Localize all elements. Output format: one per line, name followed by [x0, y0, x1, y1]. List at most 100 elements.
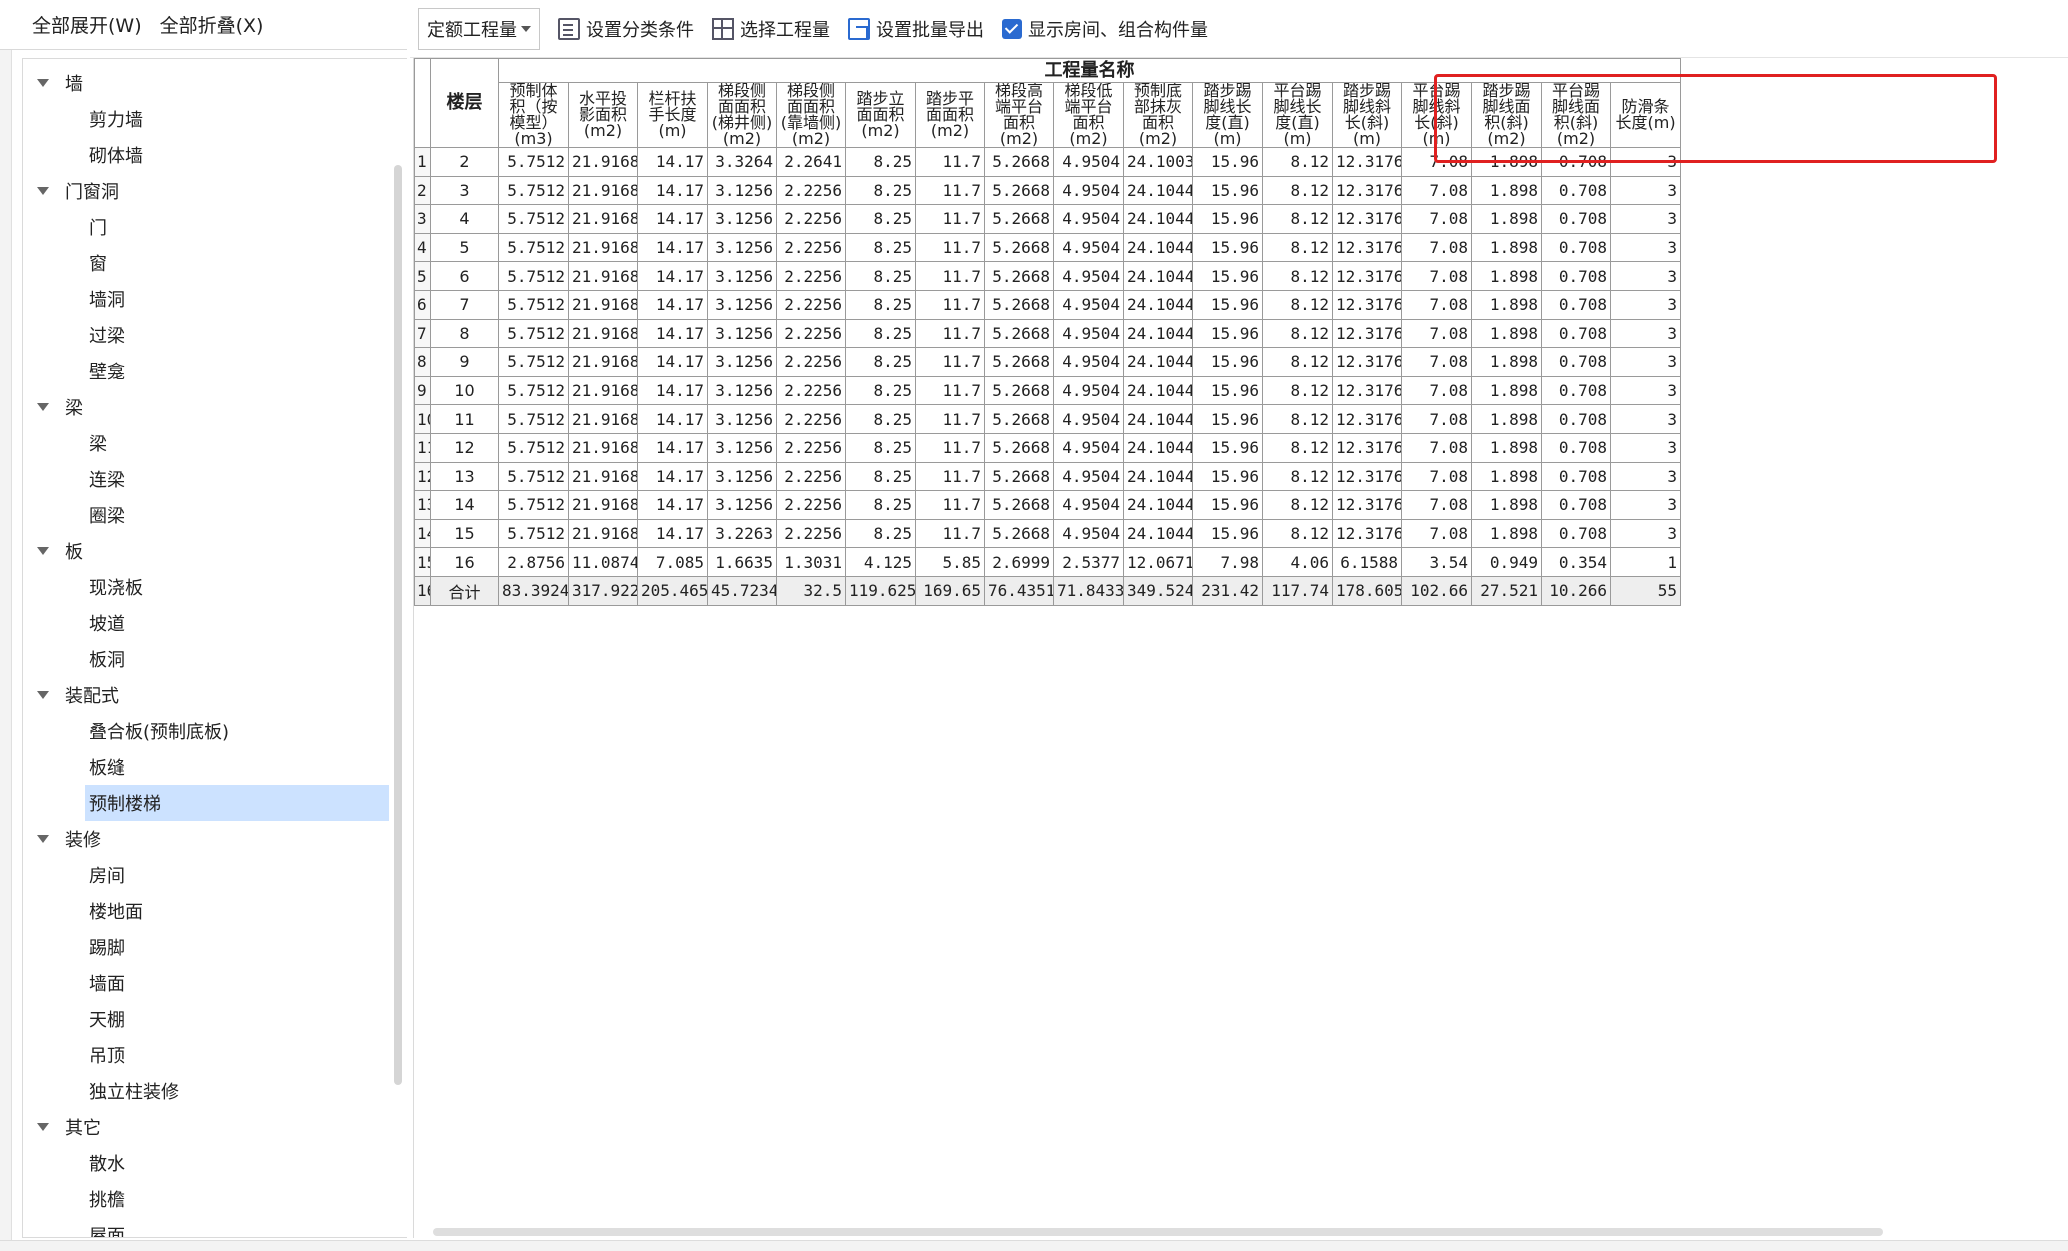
tree-item[interactable]: 独立柱装修: [23, 1073, 393, 1109]
value-cell[interactable]: 8.12: [1262, 289, 1333, 320]
value-cell[interactable]: 8.12: [1262, 518, 1333, 549]
tree-item[interactable]: 吊顶: [23, 1037, 393, 1073]
tree-item[interactable]: 门: [23, 209, 393, 245]
tree-item[interactable]: 圈梁: [23, 497, 393, 533]
value-cell[interactable]: 21.9168: [568, 375, 638, 406]
column-header[interactable]: 预制底部抹灰面积(m2): [1123, 82, 1193, 148]
value-cell[interactable]: 21.9168: [568, 318, 638, 349]
value-cell[interactable]: 45.7234: [707, 575, 777, 606]
tree-item[interactable]: 屋面: [23, 1217, 393, 1237]
caret-down-icon[interactable]: [37, 79, 49, 87]
column-header[interactable]: 梯段侧面面积(梯井侧)(m2): [707, 82, 777, 148]
value-cell[interactable]: 8.12: [1262, 318, 1333, 349]
value-cell[interactable]: 5.2668: [984, 347, 1054, 377]
table-row[interactable]: 9 10 5.7512 21.9168 14.17 3.1256 2.2256 8.25 11.…: [414, 375, 1682, 406]
value-cell[interactable]: 3: [1609, 375, 1682, 406]
value-cell[interactable]: 11.7: [915, 404, 985, 434]
value-cell[interactable]: 102.66: [1401, 575, 1472, 606]
table-row[interactable]: 11125.751221.916814.173.12562.22568.2511…: [414, 432, 1682, 463]
value-cell[interactable]: 205.465: [637, 575, 708, 606]
value-cell[interactable]: 11.7: [915, 318, 985, 349]
value-cell[interactable]: 12.3176: [1332, 518, 1402, 549]
table-row[interactable]: 12135.751221.916814.173.12562.22568.2511…: [414, 461, 1682, 492]
value-cell[interactable]: 15.96: [1192, 175, 1263, 206]
table-row[interactable]: 10115.751221.916814.173.12562.22568.2511…: [414, 404, 1682, 434]
table-row[interactable]: 16合计83.3924317.9226205.46545.723432.5119…: [414, 575, 1682, 606]
value-cell[interactable]: 2.2256: [776, 204, 846, 234]
floor-cell[interactable]: 16: [430, 547, 499, 577]
value-cell[interactable]: 5.2668: [984, 432, 1054, 463]
tree-item[interactable]: 房间: [23, 857, 393, 893]
value-cell[interactable]: 1.898: [1471, 375, 1542, 406]
value-cell[interactable]: 7.98: [1192, 547, 1263, 577]
value-cell[interactable]: 1.898: [1471, 232, 1542, 263]
value-cell[interactable]: 7.08: [1401, 318, 1472, 349]
table-row[interactable]: 6 7 5.7512 21.9168 14.17 3.1256 2.2256 8.25 11.7…: [414, 289, 1682, 320]
collapse-all-button[interactable]: 全部折叠(X): [160, 11, 264, 38]
value-cell[interactable]: 12.0671: [1123, 547, 1193, 577]
value-cell[interactable]: 2.2256: [776, 375, 846, 406]
value-cell[interactable]: 11.7: [915, 289, 985, 320]
value-cell[interactable]: 12.3176: [1332, 461, 1402, 492]
value-cell[interactable]: 15.96: [1192, 204, 1263, 234]
value-cell[interactable]: 5.7512: [498, 318, 569, 349]
value-cell[interactable]: 7.08: [1401, 147, 1472, 177]
value-cell[interactable]: 2.8756: [498, 547, 569, 577]
value-cell[interactable]: 3.3264: [707, 147, 777, 177]
column-header[interactable]: 踏步踢脚线面积(斜)(m2): [1471, 82, 1542, 148]
tree-item[interactable]: 现浇板: [23, 569, 393, 605]
value-cell[interactable]: 12.3176: [1332, 375, 1402, 406]
tree-item[interactable]: 天棚: [23, 1001, 393, 1037]
tree-item[interactable]: 连梁: [23, 461, 393, 497]
table-row[interactable]: 8 9 5.7512 21.9168 14.17 3.1256 2.2256 8.25 11.7…: [414, 347, 1682, 377]
value-cell[interactable]: 14.17: [637, 289, 708, 320]
value-cell[interactable]: 0.708: [1541, 432, 1611, 463]
value-cell[interactable]: 3.1256: [707, 204, 777, 234]
value-cell[interactable]: 21.9168: [568, 261, 638, 291]
tree-item[interactable]: 坡道: [23, 605, 393, 641]
column-header[interactable]: 梯段侧面面积(靠墙侧)(m2): [776, 82, 846, 148]
value-cell[interactable]: 7.08: [1401, 432, 1472, 463]
value-cell[interactable]: 2.2256: [776, 432, 846, 463]
value-cell[interactable]: 2.6999: [984, 547, 1054, 577]
value-cell[interactable]: 3.1256: [707, 289, 777, 320]
value-cell[interactable]: 24.1003: [1123, 147, 1193, 177]
value-cell[interactable]: 12.3176: [1332, 490, 1402, 520]
value-cell[interactable]: 14.17: [637, 232, 708, 263]
tree-group[interactable]: 装配式: [23, 677, 393, 713]
tree-group[interactable]: 装修: [23, 821, 393, 857]
tree-item[interactable]: 板洞: [23, 641, 393, 677]
tree-group[interactable]: 门窗洞: [23, 173, 393, 209]
tree-item[interactable]: 叠合板(预制底板): [23, 713, 393, 749]
value-cell[interactable]: 7.08: [1401, 490, 1472, 520]
value-cell[interactable]: 12.3176: [1332, 147, 1402, 177]
value-cell[interactable]: 21.9168: [568, 347, 638, 377]
value-cell[interactable]: 27.521: [1471, 575, 1542, 606]
value-cell[interactable]: 11.7: [915, 461, 985, 492]
value-cell[interactable]: 21.9168: [568, 204, 638, 234]
value-cell[interactable]: 5.2668: [984, 461, 1054, 492]
floor-cell[interactable]: 合计: [430, 575, 499, 606]
column-header[interactable]: 平台踢脚线斜长(斜)(m): [1401, 82, 1472, 148]
value-cell[interactable]: 5.7512: [498, 461, 569, 492]
value-cell[interactable]: 6.1588: [1332, 547, 1402, 577]
value-cell[interactable]: 5.85: [915, 547, 985, 577]
floor-cell[interactable]: 15: [430, 518, 499, 549]
floor-cell[interactable]: 3: [430, 175, 499, 206]
value-cell[interactable]: 4.9504: [1053, 404, 1124, 434]
value-cell[interactable]: 8.12: [1262, 404, 1333, 434]
value-cell[interactable]: 0.708: [1541, 375, 1611, 406]
value-cell[interactable]: 2.2641: [776, 147, 846, 177]
value-cell[interactable]: 3: [1609, 261, 1682, 291]
table-row[interactable]: 14155.751221.916814.173.22632.22568.2511…: [414, 518, 1682, 549]
value-cell[interactable]: 15.96: [1192, 147, 1263, 177]
value-cell[interactable]: 15.96: [1192, 347, 1263, 377]
value-cell[interactable]: 12.3176: [1332, 261, 1402, 291]
table-row[interactable]: 1 2 5.7512 21.9168 14.17 3.3264 2.2641 8.25 11.7…: [414, 147, 1682, 177]
value-cell[interactable]: 12.3176: [1332, 175, 1402, 206]
value-cell[interactable]: 8.25: [845, 204, 916, 234]
value-cell[interactable]: 76.4351: [984, 575, 1054, 606]
floor-cell[interactable]: 2: [430, 147, 499, 177]
value-cell[interactable]: 8.25: [845, 518, 916, 549]
tree-item[interactable]: 预制楼梯: [85, 785, 389, 821]
